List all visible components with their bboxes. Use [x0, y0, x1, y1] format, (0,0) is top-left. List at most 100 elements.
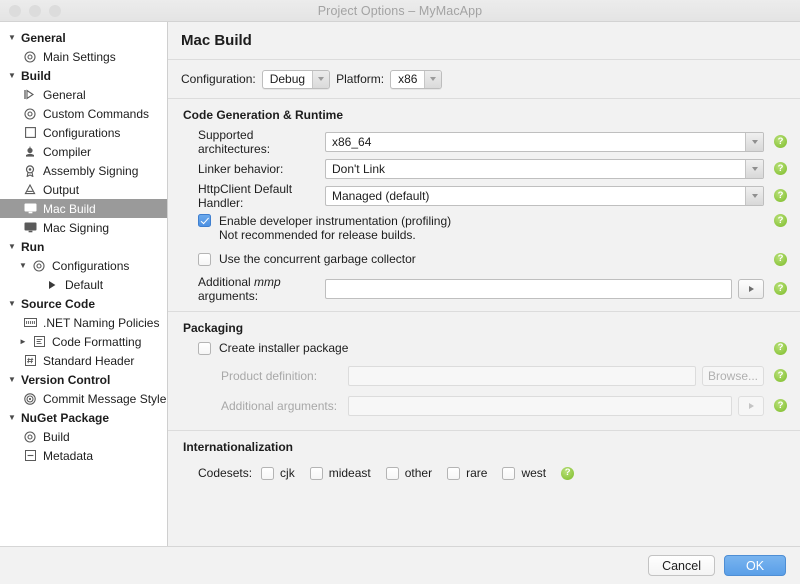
codeset-mideast[interactable]: mideast	[309, 466, 371, 480]
dev-instrumentation-row: Enable developer instrumentation (profil…	[181, 214, 787, 243]
configuration-label: Configuration:	[181, 72, 256, 86]
dev-instrumentation-checkbox[interactable]	[198, 214, 211, 227]
codeset-rare-checkbox[interactable]	[447, 466, 461, 480]
platform-dropdown[interactable]: x86	[390, 69, 443, 89]
sidebar-item-metadata[interactable]: Metadata	[0, 446, 167, 465]
target-icon	[22, 392, 38, 405]
sidebar-item-default[interactable]: Default	[0, 275, 167, 294]
zoom-button[interactable]	[49, 5, 61, 17]
sidebar-item-standard-header[interactable]: Standard Header	[0, 351, 167, 370]
chevron-down-icon[interactable]: ▼	[8, 33, 21, 42]
sidebar-item-label: Output	[43, 182, 80, 197]
chevron-right-icon[interactable]: ►	[19, 337, 31, 346]
help-icon[interactable]: ?	[774, 162, 787, 175]
dev-instrumentation-sublabel: Not recommended for release builds.	[219, 228, 416, 242]
window-title: Project Options – MyMacApp	[317, 3, 483, 18]
chevron-down-icon[interactable]: ▼	[8, 413, 21, 422]
browse-button[interactable]: Browse...	[702, 365, 764, 386]
dialog-footer: Cancel OK	[0, 546, 800, 584]
sidebar-group-build[interactable]: ▼ Build	[0, 66, 167, 85]
sidebar-item-label: .NET Naming Policies	[43, 315, 160, 330]
additional-arguments-input[interactable]	[348, 395, 732, 416]
sidebar-item-custom-commands[interactable]: Custom Commands	[0, 104, 167, 123]
sidebar-group-nuget-package[interactable]: ▼ NuGet Package	[0, 408, 167, 427]
help-icon[interactable]: ?	[774, 135, 787, 148]
help-icon[interactable]: ?	[774, 252, 787, 266]
concurrent-gc-checkbox[interactable]	[198, 252, 211, 266]
sidebar-item-label: Configurations	[52, 258, 130, 273]
sidebar-item-assembly-signing[interactable]: Assembly Signing	[0, 161, 167, 180]
sidebar-group-label: Source Code	[21, 296, 96, 311]
sidebar-item-general[interactable]: General	[0, 85, 167, 104]
linker-behavior-label: Linker behavior:	[198, 161, 284, 176]
linker-behavior-value: Don't Link	[332, 161, 385, 176]
codeset-west-checkbox[interactable]	[502, 466, 516, 480]
sidebar-item-mac-build[interactable]: Mac Build	[0, 199, 167, 218]
sidebar-item-compiler[interactable]: Compiler	[0, 142, 167, 161]
mmp-arguments-input[interactable]	[325, 278, 732, 299]
sidebar-group-version-control[interactable]: ▼ Version Control	[0, 370, 167, 389]
chevron-down-icon[interactable]: ▼	[8, 299, 21, 308]
sidebar-group-label: Build	[21, 68, 51, 83]
minimize-button[interactable]	[29, 5, 41, 17]
product-definition-input[interactable]	[348, 365, 696, 386]
cancel-button[interactable]: Cancel	[648, 555, 715, 576]
close-button[interactable]	[9, 5, 21, 17]
help-icon[interactable]: ?	[774, 282, 787, 295]
create-installer-checkbox[interactable]	[198, 341, 211, 355]
help-icon[interactable]: ?	[774, 341, 787, 355]
chevron-down-icon[interactable]: ▼	[8, 242, 21, 251]
codeset-other-checkbox[interactable]	[385, 466, 399, 480]
configuration-dropdown[interactable]: Debug	[261, 69, 331, 89]
help-icon[interactable]: ?	[774, 369, 787, 382]
metadata-icon	[22, 449, 38, 462]
supported-architectures-value: x86_64	[332, 134, 372, 149]
sidebar-item-net-naming-policies[interactable]: .NET Naming Policies	[0, 313, 167, 332]
sidebar-group-run[interactable]: ▼ Run	[0, 237, 167, 256]
supported-architectures-dropdown[interactable]: x86_64	[325, 131, 764, 152]
linker-behavior-dropdown[interactable]: Don't Link	[325, 158, 764, 179]
help-icon[interactable]: ?	[561, 466, 575, 480]
codeset-cjk[interactable]: cjk	[261, 466, 295, 480]
sidebar-item-main-settings[interactable]: Main Settings	[0, 47, 167, 66]
sidebar-item-commit-message-style[interactable]: Commit Message Style	[0, 389, 167, 408]
sidebar-group-general[interactable]: ▼ General	[0, 28, 167, 47]
help-icon[interactable]: ?	[774, 189, 787, 202]
compiler-icon	[22, 145, 38, 158]
sidebar-item-build[interactable]: Build	[0, 427, 167, 446]
codeset-mideast-checkbox[interactable]	[309, 466, 323, 480]
chevron-down-icon[interactable]: ▼	[8, 375, 21, 384]
codeset-rare[interactable]: rare	[447, 466, 487, 480]
sidebar-item-configurations[interactable]: Configurations	[0, 123, 167, 142]
httpclient-handler-dropdown[interactable]: Managed (default)	[325, 185, 764, 206]
settings-pane: Configuration: Debug Platform: x86 Code …	[168, 60, 800, 546]
sidebar-item-code-formatting[interactable]: ► Code Formatting	[0, 332, 167, 351]
mmp-arguments-label: Additional mmp arguments:	[198, 274, 281, 303]
packaging-header: Packaging	[183, 321, 244, 335]
chevron-down-icon	[745, 186, 763, 205]
mmp-expand-button[interactable]	[738, 278, 764, 299]
sidebar-item-label: Assembly Signing	[43, 163, 139, 178]
supported-architectures-row: Supported architectures: x86_64 ?	[181, 128, 787, 156]
ok-button[interactable]: OK	[724, 555, 786, 576]
chevron-down-icon[interactable]: ▼	[19, 261, 31, 270]
mmp-arguments-row: Additional mmp arguments: ?	[181, 274, 787, 303]
sidebar-item-label: Configurations	[43, 125, 121, 140]
sidebar-item-output[interactable]: Output	[0, 180, 167, 199]
help-icon[interactable]: ?	[774, 399, 787, 412]
window-titlebar: Project Options – MyMacApp	[0, 0, 800, 22]
sidebar-group-source-code[interactable]: ▼ Source Code	[0, 294, 167, 313]
help-icon[interactable]: ?	[774, 214, 787, 227]
chevron-down-icon	[424, 70, 442, 88]
linker-behavior-row: Linker behavior: Don't Link ?	[181, 155, 787, 182]
codeset-cjk-checkbox[interactable]	[261, 466, 275, 480]
httpclient-handler-row: HttpClient Default Handler: Managed (def…	[181, 182, 787, 210]
options-sidebar[interactable]: ▼ General Main Settings ▼ Build General Custom…	[0, 22, 168, 546]
codeset-other[interactable]: other	[385, 466, 432, 480]
additional-arguments-expand-button[interactable]	[738, 395, 764, 416]
chevron-down-icon[interactable]: ▼	[8, 71, 21, 80]
codeset-west[interactable]: west	[502, 466, 546, 480]
sidebar-item-mac-signing[interactable]: Mac Signing	[0, 218, 167, 237]
square-icon	[22, 126, 38, 139]
sidebar-item-configurations[interactable]: ▼ Configurations	[0, 256, 167, 275]
